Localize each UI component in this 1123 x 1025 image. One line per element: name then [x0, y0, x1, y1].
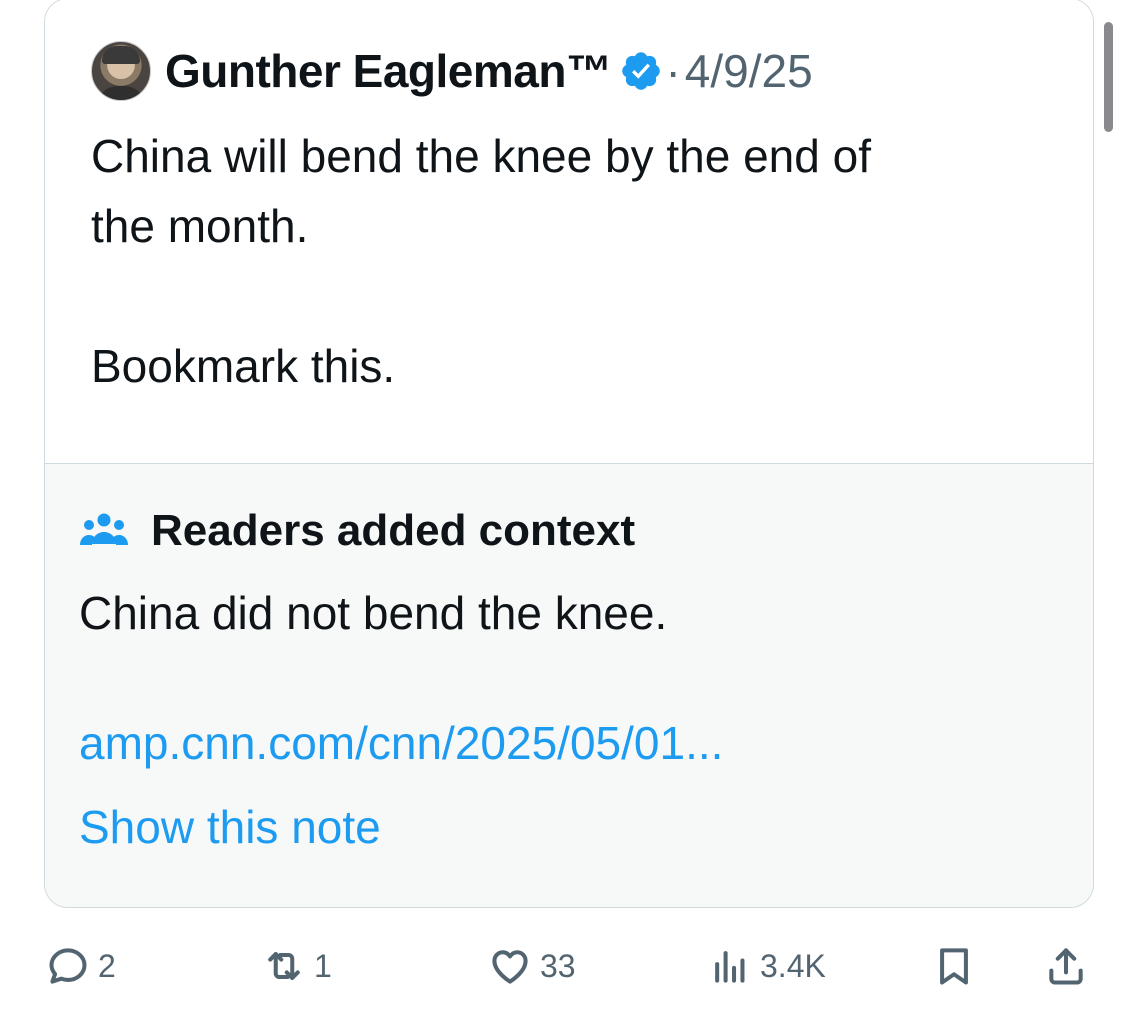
heart-icon — [492, 950, 528, 984]
reply-count: 2 — [98, 947, 116, 984]
views-button[interactable]: 3.4K — [708, 938, 826, 994]
post-date[interactable]: 4/9/25 — [685, 44, 813, 98]
repost-icon — [268, 952, 300, 980]
views-count: 3.4K — [760, 947, 826, 984]
show-note-button[interactable]: Show this note — [79, 800, 381, 854]
repost-button[interactable]: 1 — [262, 938, 332, 994]
scrollbar-thumb[interactable] — [1104, 22, 1113, 132]
community-note-link[interactable]: amp.cnn.com/cnn/2025/05/01... — [79, 716, 723, 770]
post-text: China will bend the knee by the end of t… — [91, 130, 871, 392]
author-name[interactable]: Gunther Eagleman™ — [165, 44, 612, 98]
post-actions-bar: 2 1 33 3.4K — [0, 938, 1123, 994]
like-button[interactable]: 33 — [488, 938, 576, 994]
bookmark-icon — [940, 948, 968, 985]
reply-icon — [49, 948, 87, 984]
community-note: Readers added context China did not bend… — [45, 463, 1093, 907]
post-header: Gunther Eagleman™ · 4/9/25 — [91, 41, 813, 101]
repost-count: 1 — [314, 947, 332, 984]
separator-dot: · — [665, 45, 681, 97]
community-note-title: Readers added context — [151, 506, 636, 555]
reply-button[interactable]: 2 — [46, 938, 116, 994]
share-icon — [1049, 948, 1083, 985]
analytics-bars-icon — [715, 951, 745, 983]
quoted-post-card[interactable]: Gunther Eagleman™ · 4/9/25 China will be… — [44, 0, 1094, 908]
people-group-icon — [80, 513, 128, 545]
community-note-header: Readers added context — [79, 506, 635, 556]
bookmark-button[interactable] — [932, 938, 976, 994]
verified-badge-icon — [622, 52, 661, 90]
like-count: 33 — [540, 947, 576, 984]
quoted-post: Gunther Eagleman™ · 4/9/25 China will be… — [45, 0, 1093, 463]
community-note-body: China did not bend the knee. — [79, 587, 668, 639]
avatar[interactable] — [91, 41, 151, 101]
share-button[interactable] — [1044, 938, 1088, 994]
